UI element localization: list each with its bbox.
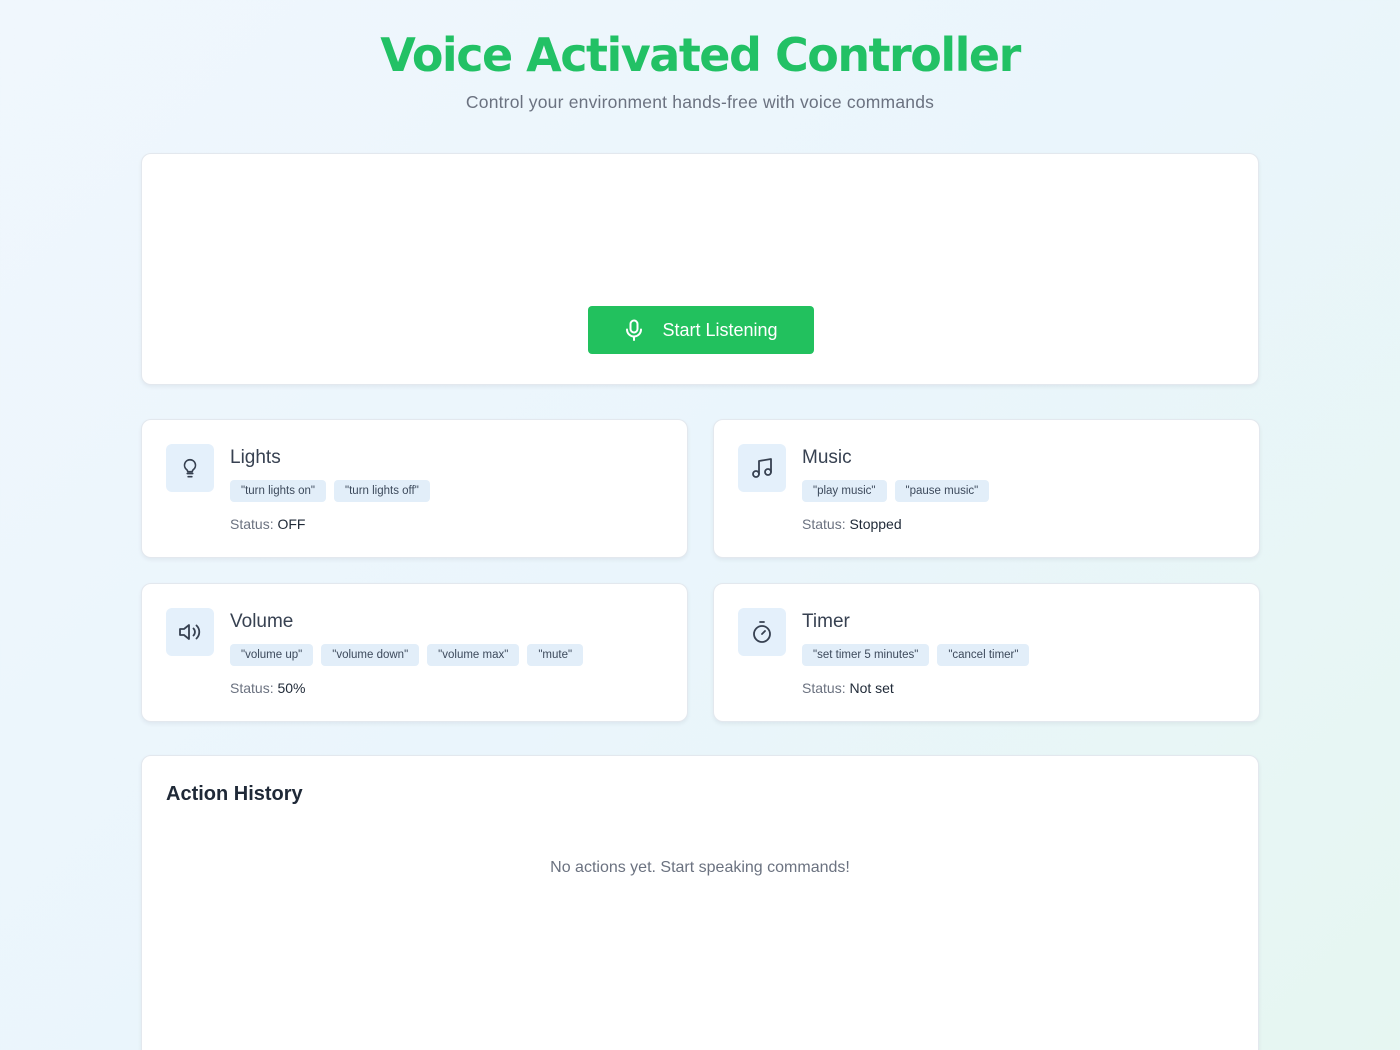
- lightbulb-icon: [166, 444, 214, 492]
- command-chip: "turn lights on": [230, 480, 327, 502]
- device-card-volume: Volume "volume up" "volume down" "volume…: [141, 583, 688, 722]
- status-label: Status:: [802, 516, 850, 532]
- action-history-empty-message: No actions yet. Start speaking commands!: [550, 859, 850, 876]
- stopwatch-icon: [738, 608, 786, 656]
- device-status: Status: Stopped: [802, 516, 902, 532]
- command-chip: "play music": [802, 480, 887, 502]
- action-history-panel: Action History No actions yet. Start spe…: [141, 755, 1259, 1050]
- device-name: Volume: [230, 611, 294, 632]
- device-name: Timer: [802, 611, 850, 632]
- device-card-music: Music "play music" "pause music" Status:…: [713, 419, 1260, 558]
- command-chip: "cancel timer": [937, 644, 1030, 666]
- command-chip: "turn lights off": [334, 480, 430, 502]
- status-label: Status:: [230, 516, 278, 532]
- status-value: Not set: [849, 680, 894, 696]
- status-label: Status:: [802, 680, 850, 696]
- command-chip: "pause music": [894, 480, 990, 502]
- listen-panel: Start Listening: [141, 153, 1259, 385]
- device-status: Status: Not set: [802, 680, 894, 696]
- device-name: Music: [802, 447, 852, 468]
- status-value: OFF: [277, 516, 306, 532]
- page-subtitle: Control your environment hands-free with…: [465, 92, 935, 112]
- page-title: Voice Activated Controller: [380, 28, 1021, 82]
- device-card-lights: Lights "turn lights on" "turn lights off…: [141, 419, 688, 558]
- device-card-timer: Timer "set timer 5 minutes" "cancel time…: [713, 583, 1260, 722]
- start-listening-label: Start Listening: [662, 319, 778, 340]
- device-name: Lights: [230, 447, 281, 468]
- device-status: Status: OFF: [230, 516, 305, 532]
- command-chip: "volume down": [321, 644, 420, 666]
- start-listening-button[interactable]: Start Listening: [588, 306, 814, 354]
- command-list: "play music" "pause music": [802, 480, 990, 502]
- command-chip: "mute": [527, 644, 584, 666]
- action-history-title: Action History: [166, 783, 303, 805]
- command-chip: "volume max": [427, 644, 520, 666]
- command-chip: "volume up": [230, 644, 314, 666]
- command-list: "volume up" "volume down" "volume max" "…: [230, 644, 584, 666]
- command-list: "set timer 5 minutes" "cancel timer": [802, 644, 1030, 666]
- page-header: Voice Activated Controller Control your …: [0, 28, 1400, 113]
- status-value: Stopped: [849, 516, 902, 532]
- command-chip: "set timer 5 minutes": [802, 644, 930, 666]
- speaker-icon: [166, 608, 214, 656]
- music-note-icon: [738, 444, 786, 492]
- status-label: Status:: [230, 680, 278, 696]
- command-list: "turn lights on" "turn lights off": [230, 480, 430, 502]
- device-status: Status: 50%: [230, 680, 306, 696]
- status-value: 50%: [277, 680, 306, 696]
- microphone-icon: [624, 319, 644, 341]
